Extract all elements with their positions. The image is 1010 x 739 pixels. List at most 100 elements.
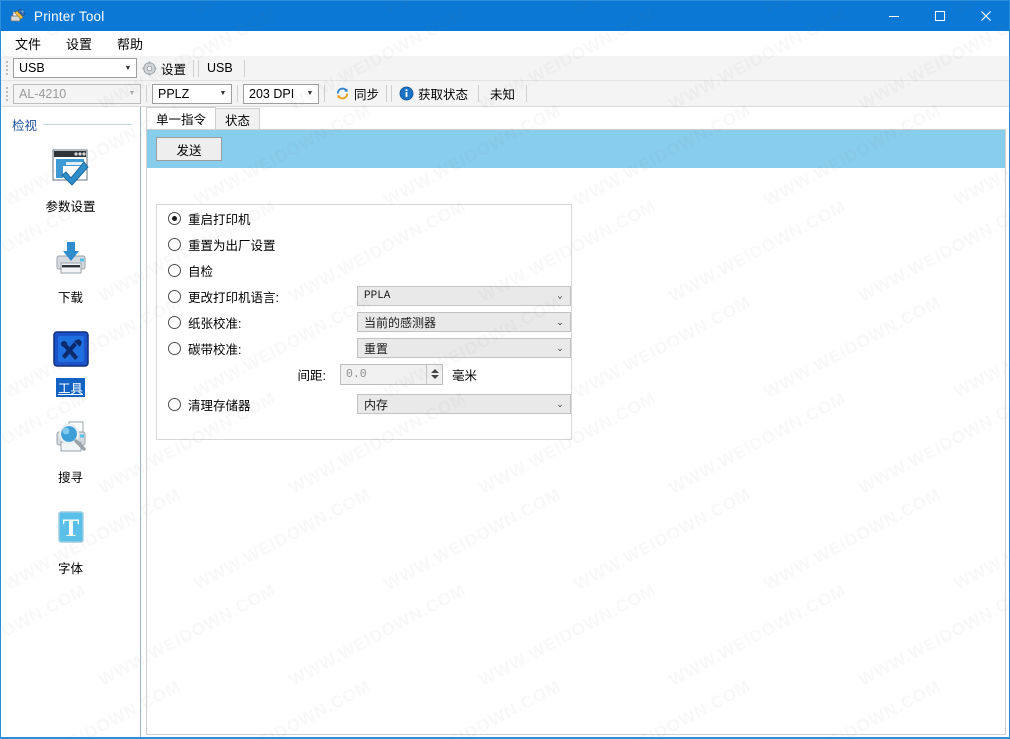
connection-settings-button[interactable]: 设置 (137, 58, 191, 79)
toolbar-grip-icon[interactable] (3, 60, 10, 77)
minimize-button[interactable] (871, 1, 917, 31)
printer-dpi-combo[interactable]: 203 DPI ▼ (243, 83, 319, 104)
tab-single-command[interactable]: 单一指令 (146, 107, 217, 129)
toolbar-printer: AL-4210 ▼ PPLZ ▼ 203 DPI ▼ 同步 获取状态 未知 (1, 81, 1009, 107)
get-status-button[interactable]: 获取状态 (394, 83, 473, 104)
toolbar2-separator-7 (526, 85, 528, 102)
radio-restart-printer[interactable] (168, 211, 181, 225)
option-row-ribbon-calibration[interactable]: 碳带校准: 重置 ⌄ (157, 335, 571, 361)
gap-label: 间距: (297, 368, 326, 383)
maximize-icon (935, 11, 945, 21)
send-button-label: 发送 (176, 143, 202, 158)
printer-search-icon (49, 417, 93, 461)
sidebar-header: 检视 (1, 107, 140, 136)
gap-stepper-arrows[interactable] (426, 364, 442, 384)
sidebar-item-search[interactable]: 搜寻 (1, 417, 140, 486)
option-label-restart-printer: 重启打印机 (188, 212, 251, 227)
chevron-down-icon-memory: ⌄ (556, 398, 564, 409)
connection-settings-label: 设置 (161, 62, 187, 77)
sidebar-header-label: 检视 (12, 119, 38, 133)
sync-button[interactable]: 同步 (330, 83, 384, 104)
printer-dpi-value: 203 DPI (249, 86, 295, 101)
tab-status-label: 状态 (225, 113, 251, 128)
toolbar-separator-3 (243, 59, 245, 77)
printer-language-value: PPLZ (158, 86, 190, 101)
radio-paper-calibration[interactable] (168, 315, 181, 329)
sidebar-item-label-download: 下载 (57, 291, 83, 305)
chevron-down-icon-lang: ⌄ (557, 290, 563, 301)
select-paper-sensor[interactable]: 当前的感测器 ⌄ (357, 312, 571, 332)
toolbar-grip-icon-2[interactable] (3, 85, 10, 102)
port-status-text: USB (207, 61, 233, 75)
chevron-down-icon-ribbon: ⌄ (556, 342, 564, 353)
send-button[interactable]: 发送 (156, 137, 222, 161)
command-options-group: 重启打印机 重置为出厂设置 自检 更改打印机语言: PPLA ⌄ 纸张校准: 当… (156, 204, 572, 440)
option-label-self-test: 自检 (188, 264, 214, 279)
option-label-factory-reset: 重置为出厂设置 (188, 238, 276, 253)
option-row-restart-printer[interactable]: 重启打印机 (157, 205, 571, 231)
select-memory-target-value: 内存 (364, 397, 389, 412)
radio-ribbon-calibration[interactable] (168, 341, 181, 355)
option-row-change-language[interactable]: 更改打印机语言: PPLA ⌄ (157, 283, 571, 309)
option-row-paper-calibration[interactable]: 纸张校准: 当前的感测器 ⌄ (157, 309, 571, 335)
toolbar2-separator-4 (386, 85, 388, 102)
info-icon (399, 86, 414, 101)
menu-item-file[interactable]: 文件 (4, 31, 52, 56)
sidebar-item-label-search: 搜寻 (57, 471, 83, 485)
sync-icon (336, 87, 349, 100)
toolbar2-separator-5 (391, 85, 393, 102)
option-row-self-test[interactable]: 自检 (157, 257, 571, 283)
gap-unit-label: 毫米 (452, 368, 478, 383)
sync-label: 同步 (354, 88, 380, 102)
content-area: 单一指令 状态 发送 重启打印机 重置为出厂设置 自检 更改打印机语言: PPL… (142, 107, 1009, 738)
radio-clear-memory[interactable] (168, 397, 181, 411)
radio-factory-reset[interactable] (168, 237, 181, 251)
sidebar-item-parameter-settings[interactable]: 参数设置 (1, 146, 140, 215)
send-toolbar: 发送 (147, 130, 1005, 168)
sidebar-item-download[interactable]: 下载 (1, 237, 140, 306)
stepper-down-icon[interactable] (430, 375, 439, 379)
option-label-clear-memory: 清理存储器 (188, 398, 251, 413)
get-status-label: 获取状态 (418, 88, 469, 102)
toolbar2-separator-1 (146, 85, 147, 102)
printer-tool-window: Printer Tool 文件 设置 帮助 USB ▼ 设置 USB AL-42… (0, 0, 1010, 739)
menu-item-help[interactable]: 帮助 (106, 31, 154, 56)
minimize-icon (889, 16, 899, 17)
option-row-factory-reset[interactable]: 重置为出厂设置 (157, 231, 571, 257)
gap-stepper[interactable]: 0.0 (340, 363, 443, 385)
printer-model-value: AL-4210 (19, 86, 67, 101)
sidebar: 检视 参数设置 下载 工具 搜寻 T 字体 (1, 107, 141, 738)
sidebar-item-label-font: 字体 (57, 562, 83, 576)
printer-language-combo[interactable]: PPLZ ▼ (152, 83, 232, 104)
close-button[interactable] (963, 1, 1009, 31)
chevron-down-icon-paper: ⌄ (556, 316, 564, 327)
sidebar-item-font[interactable]: T 字体 (1, 508, 140, 577)
select-memory-target[interactable]: 内存 ⌄ (357, 394, 571, 414)
radio-self-test[interactable] (168, 263, 181, 277)
printer-model-combo[interactable]: AL-4210 ▼ (13, 83, 141, 104)
sidebar-item-tools[interactable]: 工具 (1, 328, 140, 397)
tab-status[interactable]: 状态 (215, 108, 261, 129)
window-check-icon (49, 146, 93, 190)
toolbar-separator-2 (198, 59, 200, 77)
select-ribbon-mode[interactable]: 重置 ⌄ (357, 338, 571, 358)
gear-icon (142, 60, 157, 76)
chevron-down-icon: ▼ (124, 64, 132, 72)
menu-item-settings[interactable]: 设置 (55, 31, 103, 56)
svg-text:T: T (62, 515, 79, 542)
sidebar-header-rule (43, 124, 132, 125)
printer-status-text: 未知 (490, 88, 516, 102)
sidebar-item-label-parameter-settings: 参数设置 (45, 200, 96, 214)
sidebar-item-label-tools: 工具 (55, 378, 85, 397)
option-row-clear-memory[interactable]: 清理存储器 内存 ⌄ (157, 391, 571, 417)
select-printer-language-value: PPLA (364, 290, 391, 302)
radio-change-language[interactable] (168, 289, 181, 303)
stepper-up-icon[interactable] (430, 369, 439, 373)
port-combo[interactable]: USB ▼ (13, 58, 137, 78)
select-printer-language[interactable]: PPLA ⌄ (357, 286, 571, 306)
maximize-button[interactable] (917, 1, 963, 31)
window-bottom-border (1, 737, 1009, 738)
option-label-ribbon-calibration: 碳带校准: (188, 342, 242, 357)
toolbar2-separator-3 (324, 85, 325, 102)
tools-icon (49, 328, 93, 372)
